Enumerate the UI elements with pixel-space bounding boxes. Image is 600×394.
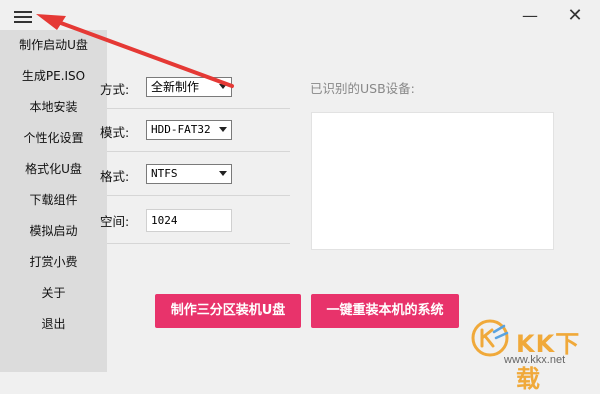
method-value: 全新制作 <box>151 80 200 94</box>
format-select[interactable]: NTFS <box>146 164 232 184</box>
divider <box>107 195 290 196</box>
divider <box>107 243 290 244</box>
chevron-down-icon <box>219 171 227 176</box>
format-value: NTFS <box>151 167 178 180</box>
sidebar-item-personalize[interactable]: 个性化设置 <box>0 123 107 154</box>
sidebar-item-download[interactable]: 下载组件 <box>0 185 107 216</box>
minimize-button[interactable]: — <box>518 6 542 26</box>
divider <box>107 151 290 152</box>
sidebar: 制作启动U盘 生成PE.ISO 本地安装 个性化设置 格式化U盘 下载组件 模拟… <box>0 30 107 372</box>
chevron-down-icon <box>219 127 227 132</box>
mode-label: 模式: <box>100 125 130 140</box>
format-label: 格式: <box>100 169 130 184</box>
sidebar-item-exit[interactable]: 退出 <box>0 309 107 340</box>
sidebar-item-make-usb[interactable]: 制作启动U盘 <box>0 30 107 61</box>
method-select[interactable]: 全新制作 <box>146 77 232 97</box>
sidebar-item-tip[interactable]: 打赏小费 <box>0 247 107 278</box>
hamburger-menu-icon[interactable] <box>14 11 32 24</box>
space-input[interactable]: 1024 <box>146 209 232 232</box>
watermark: KK下载 www.kkx.net <box>470 316 598 393</box>
mode-select[interactable]: HDD-FAT32 <box>146 120 232 140</box>
usb-device-list[interactable] <box>311 112 554 250</box>
space-label: 空间: <box>100 214 130 229</box>
app-window: — ✕ 制作启动U盘 生成PE.ISO 本地安装 个性化设置 格式化U盘 下载组… <box>0 0 600 393</box>
reinstall-button[interactable]: 一键重装本机的系统 <box>311 294 459 328</box>
mode-value: HDD-FAT32 <box>151 123 211 136</box>
divider <box>107 108 290 109</box>
close-button[interactable]: ✕ <box>563 6 587 26</box>
sidebar-item-about[interactable]: 关于 <box>0 278 107 309</box>
sidebar-item-simulate[interactable]: 模拟启动 <box>0 216 107 247</box>
sidebar-item-generate-iso[interactable]: 生成PE.ISO <box>0 61 107 92</box>
make-usb-button[interactable]: 制作三分区装机U盘 <box>155 294 301 328</box>
sidebar-item-format-usb[interactable]: 格式化U盘 <box>0 154 107 185</box>
sidebar-item-local-install[interactable]: 本地安装 <box>0 92 107 123</box>
watermark-url: www.kkx.net <box>504 354 566 366</box>
chevron-down-icon <box>219 84 227 89</box>
usb-devices-label: 已识别的USB设备: <box>310 81 415 96</box>
method-label: 方式: <box>100 82 130 97</box>
